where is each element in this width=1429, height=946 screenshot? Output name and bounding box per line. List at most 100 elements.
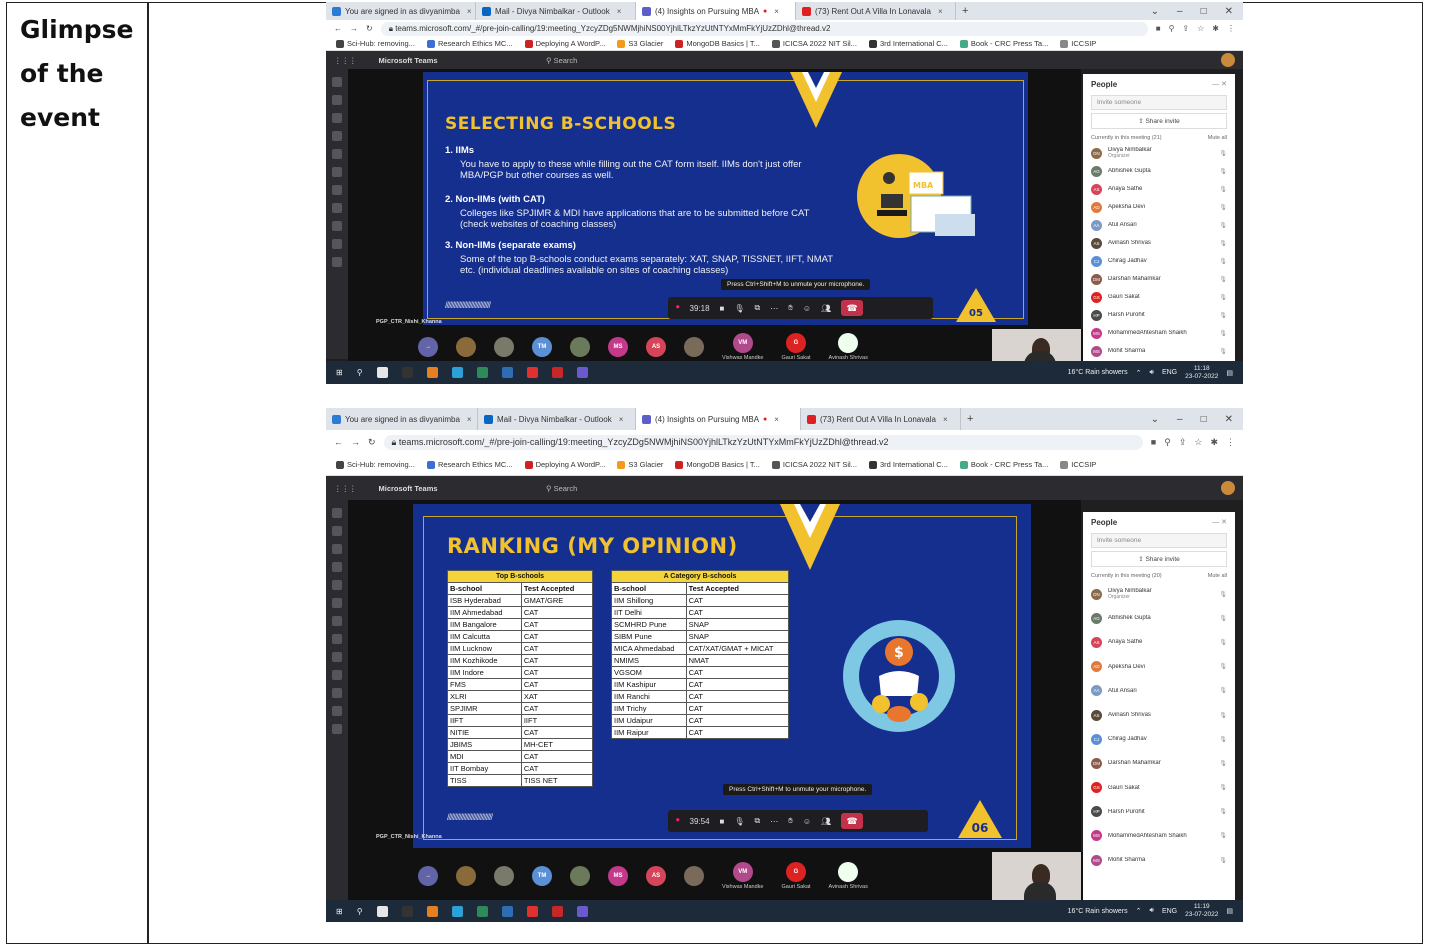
chevron-up-icon[interactable]: ⌃ [1136,907,1142,915]
url-field[interactable]: 🔒︎ teams.microsoft.com/_#/pre-join-calli… [380,21,1148,36]
more-options-icon[interactable]: ⋯ [770,304,778,313]
taskbar-app-icon[interactable] [476,905,488,917]
participant-row[interactable]: AD Apeksha Devi 🎙︎ [1083,198,1235,216]
zoom-icon[interactable]: ⚲ [1164,437,1171,448]
teams-search[interactable]: ⚲ Search [546,484,577,493]
taskbar-app-icon[interactable] [451,367,463,378]
extensions-icon[interactable]: ✱ [1210,437,1218,448]
extensions-icon[interactable]: ✱ [1212,24,1219,33]
participant-avatar[interactable]: AS [646,337,666,357]
avatar[interactable] [1221,53,1235,67]
raise-hand-icon[interactable]: ✋︎ [788,816,793,826]
taskbar-app-icon[interactable] [426,905,438,917]
participant-avatar[interactable]: → [418,866,438,886]
taskbar-app-icon[interactable] [426,367,438,378]
star-icon[interactable]: ☆ [1194,437,1202,448]
reactions-icon[interactable]: ☺ [803,817,811,826]
new-tab-button[interactable]: + [956,5,974,17]
bookmark-item[interactable]: Research Ethics MC... [426,39,513,48]
participant-video-tile[interactable]: G Gauri Sakat [781,333,811,361]
microphone-icon[interactable]: 🎙︎ [734,817,744,826]
close-icon[interactable]: × [774,415,779,424]
forward-icon[interactable]: → [350,24,358,33]
app-launcher-icon[interactable]: ⋮⋮⋮ [334,56,357,65]
bookmark-item[interactable]: Deploying A WordP... [524,39,605,48]
taskbar-app-icon[interactable] [526,905,538,917]
participant-video-tile[interactable]: G Gauri Sakat [781,862,811,890]
teams-search[interactable]: ⚲ Search [546,56,577,65]
search-icon[interactable]: ⚲ [357,368,363,377]
leave-call-button[interactable]: ☎︎ [841,300,864,316]
app-launcher-icon[interactable]: ⋮⋮⋮ [334,484,357,493]
share-icon[interactable]: ⇪ [1182,24,1189,33]
search-icon[interactable]: ⚲ [357,907,363,916]
camera-icon[interactable]: ■ [720,817,725,826]
participant-row[interactable]: MS Mohit Sharma 🎙︎ [1083,848,1235,872]
people-icon[interactable]: 👥︎ [821,817,831,826]
participant-row[interactable]: CJ Chirag Jadhav 🎙︎ [1083,252,1235,270]
browser-tab-active[interactable]: (4) Insights on Pursuing MBA ● × [636,2,796,20]
weather-status[interactable]: 16°C Rain showers [1068,369,1128,376]
url-field[interactable]: 🔒︎ teams.microsoft.com/_#/pre-join-calli… [383,434,1143,450]
participant-row[interactable]: MS MohammedAhtesham Shaikh 🎙︎ [1083,824,1235,848]
close-icon[interactable]: — ✕ [1212,80,1227,88]
maximize-icon[interactable]: □ [1201,6,1207,17]
browser-tab[interactable]: Mail - Divya Nimbalkar - Outlook × [478,408,636,430]
close-icon[interactable]: × [467,415,472,424]
taskbar-app-icon[interactable] [401,367,413,378]
mute-all-button[interactable]: Mute all [1208,573,1227,579]
participant-row[interactable]: DM Darshan Mahamkar 🎙︎ [1083,751,1235,775]
bookmark-item[interactable]: Book - CRC Press Ta... [959,460,1048,469]
camera-icon[interactable]: ■ [1156,24,1161,33]
share-invite-button[interactable]: ⇪ Share invite [1091,113,1227,129]
participant-video-tile[interactable]: VM Vishwas Mandke [722,333,763,361]
close-window-icon[interactable]: ✕ [1225,6,1233,17]
participant-row[interactable]: MS Mohit Sharma 🎙︎ [1083,342,1235,360]
share-screen-icon[interactable]: ⧉ [755,816,761,826]
windows-start-icon[interactable]: ⊞ [336,907,343,916]
browser-tab-active[interactable]: (4) Insights on Pursuing MBA ● × [636,408,801,430]
participant-avatar[interactable]: TM [532,337,552,357]
participant-avatar[interactable] [684,337,704,357]
close-window-icon[interactable]: ✕ [1225,414,1233,425]
back-icon[interactable]: ← [334,24,342,33]
zoom-icon[interactable]: ⚲ [1169,24,1175,33]
bookmark-item[interactable]: MongoDB Basics | T... [675,460,760,469]
participant-row[interactable]: CJ Chirag Jadhav 🎙︎ [1083,727,1235,751]
weather-status[interactable]: 16°C Rain showers [1068,908,1128,915]
browser-tab[interactable]: (73) Rent Out A Villa In Lonavala × [801,408,961,430]
taskbar-app-icon[interactable] [376,905,388,917]
participant-avatar[interactable]: → [418,337,438,357]
share-icon[interactable]: ⇪ [1179,437,1187,448]
reload-icon[interactable]: ↻ [368,437,376,448]
participant-row[interactable]: GS Gauri Sakat 🎙︎ [1083,776,1235,800]
share-invite-button[interactable]: ⇪ Share invite [1091,551,1227,567]
participant-row[interactable]: HP Harsh Purohit 🎙︎ [1083,306,1235,324]
language-indicator[interactable]: ENG [1162,369,1177,376]
notification-icon[interactable]: ▤ [1226,369,1233,377]
participant-row[interactable]: DN Divya Nimbalkar Organizer 🎙︎ [1083,144,1235,162]
clock[interactable]: 11:18 23-07-2022 [1185,365,1218,381]
star-icon[interactable]: ☆ [1197,24,1204,33]
browser-tab[interactable]: You are signed in as divyanimba × [326,408,478,430]
invite-input[interactable]: Invite someone [1091,533,1227,548]
clock[interactable]: 11:19 23-07-2022 [1185,903,1218,919]
participant-avatar[interactable] [456,337,476,357]
participant-row[interactable]: AD Apeksha Devi 🎙︎ [1083,655,1235,679]
close-icon[interactable]: × [774,7,779,16]
participant-row[interactable]: AS Avinash Shrivas 🎙︎ [1083,234,1235,252]
participant-row[interactable]: DN Divya Nimbalkar Organizer 🎙︎ [1083,582,1235,606]
participant-row[interactable]: MS MohammedAhtesham Shaikh 🎙︎ [1083,324,1235,342]
taskbar-app-icon[interactable] [451,905,463,917]
bookmark-item[interactable]: Sci-Hub: removing... [336,39,415,48]
participant-avatar[interactable]: MS [608,337,628,357]
bookmark-item[interactable]: ICICSA 2022 NIT Sil... [771,39,857,48]
taskbar-app-icon[interactable] [551,905,563,917]
camera-icon[interactable]: ■ [720,304,725,313]
reload-icon[interactable]: ↻ [366,24,373,33]
participant-row[interactable]: AS Anaya Sathe 🎙︎ [1083,630,1235,654]
participant-avatar[interactable] [684,866,704,886]
notification-icon[interactable]: ▤ [1226,907,1233,915]
bookmark-item[interactable]: ICCSIP [1060,460,1096,469]
forward-icon[interactable]: → [351,437,360,447]
